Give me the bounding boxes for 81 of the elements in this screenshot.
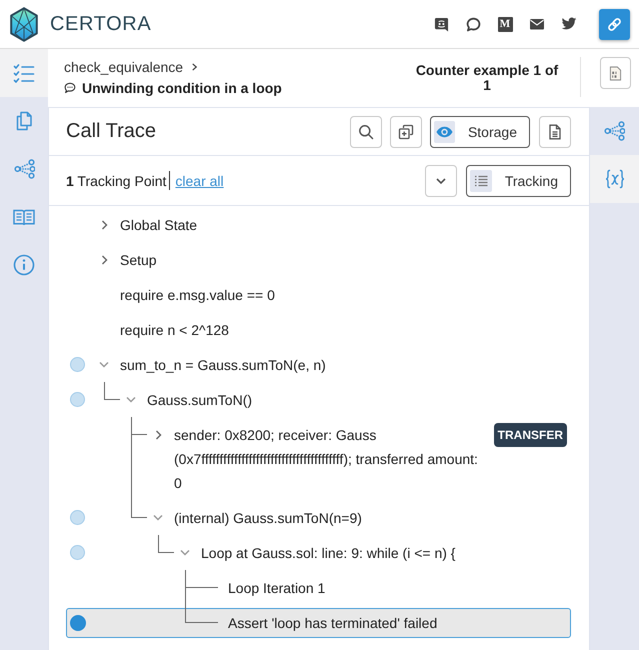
file-button[interactable]: [539, 116, 571, 148]
chevron-right-icon: [191, 62, 198, 72]
trace-row[interactable]: Gauss.sumToN(): [66, 384, 571, 414]
trace-label: Loop Iteration 1: [228, 578, 326, 598]
letter-square-icon[interactable]: M: [498, 16, 512, 32]
hexagon-logo-icon: [10, 6, 38, 42]
braces-icon: [604, 168, 626, 190]
tracking-dot-icon[interactable]: [70, 614, 86, 630]
trace-row[interactable]: Loop Iteration 1: [66, 572, 571, 602]
tree-connector: [185, 605, 218, 622]
tracking-count: 1 Tracking Point: [66, 172, 166, 188]
comment-icon: [64, 82, 76, 94]
squares-plus-icon: [398, 124, 414, 140]
panel-title: Call Trace: [66, 120, 156, 143]
trace-row[interactable]: Global State: [66, 210, 571, 240]
sidebar-tab[interactable]: [0, 49, 48, 97]
tree-connector: [104, 382, 120, 400]
tracking-dot-icon[interactable]: [70, 545, 85, 560]
tracking-button[interactable]: Tracking: [466, 164, 571, 196]
tracking-dot-icon[interactable]: [70, 392, 85, 407]
tree-connector: [185, 570, 218, 588]
trace-row[interactable]: sum_to_n = Gauss.sumToN(e, n): [66, 350, 571, 380]
trace-label: Global State: [120, 216, 198, 234]
link-button[interactable]: [599, 8, 630, 40]
breadcrumb-link[interactable]: check_equivalence: [64, 59, 184, 75]
chevron-down-icon[interactable]: [126, 394, 136, 404]
trace-row[interactable]: Loop at Gauss.sol: line: 9: while (i <= n) {: [66, 538, 571, 568]
tree-line: [185, 586, 186, 605]
copy-icon: [14, 111, 34, 131]
chevron-right-icon[interactable]: [100, 220, 108, 230]
search-icon: [358, 124, 374, 140]
storage-button[interactable]: Storage: [430, 116, 530, 148]
trace-label: Assert 'loop has terminated' failed: [228, 614, 438, 633]
tracking-dot-icon[interactable]: [70, 357, 85, 372]
info-icon: [13, 254, 35, 276]
list-icon: [470, 170, 492, 192]
trace-row[interactable]: (internal) Gauss.sumToN(n=9): [66, 502, 571, 532]
trace-row[interactable]: sender: 0x8200; receiver: Gauss (0x7fffffffffffffffffffffffffffffffffffffff); transferred amount: 0 TRANSFER: [66, 420, 571, 498]
sidebar-tab[interactable]: [590, 155, 639, 203]
checklist-icon: [13, 62, 35, 84]
file-icon: [609, 66, 622, 80]
tree-connector: [158, 535, 174, 552]
mail-icon[interactable]: [529, 16, 545, 32]
chevron-down-icon[interactable]: [99, 360, 109, 370]
trace-row[interactable]: Assert 'loop has terminated' failed: [66, 608, 571, 638]
tracking-dot-icon[interactable]: [70, 510, 85, 525]
subtitle: Unwinding condition in a loop: [82, 80, 282, 96]
chat-face-icon[interactable]: [434, 16, 448, 32]
trace-label: Loop at Gauss.sol: line: 9: while (i <= n) {: [201, 544, 456, 563]
copy-button[interactable]: [390, 116, 422, 148]
trace-label: sum_to_n = Gauss.sumToN(e, n): [120, 356, 326, 375]
brand-name: CERTORA: [50, 12, 152, 36]
trace-label: (internal) Gauss.sumToN(n=9): [174, 508, 362, 528]
share-nodes-icon: [604, 121, 625, 141]
chevron-down-icon[interactable]: [153, 512, 163, 522]
trace-label: require n < 2^128: [120, 320, 229, 340]
trace-row[interactable]: require e.msg.value == 0: [66, 280, 571, 310]
tree-connector: [131, 500, 147, 518]
book-icon: [13, 208, 35, 226]
speech-bubble-icon[interactable]: [466, 16, 480, 32]
trace-row[interactable]: Setup: [66, 244, 571, 274]
chevron-right-icon[interactable]: [100, 254, 108, 264]
counter-label: Counter example 1 of 1: [414, 63, 560, 93]
search-button[interactable]: [350, 116, 382, 148]
trace-row[interactable]: require n < 2^128: [66, 314, 571, 344]
trace-label: sender: 0x8200; receiver: Gauss (0x7fffffffffffffffffffffffffffffffffffffff); transferred amount: 0: [174, 426, 479, 492]
trace-label: Gauss.sumToN(): [147, 390, 252, 410]
type-badge: TRANSFER: [494, 422, 567, 446]
link-icon: [607, 16, 622, 32]
share-nodes-icon: [14, 159, 34, 179]
chevron-right-icon[interactable]: [154, 430, 162, 440]
tree-line: [131, 434, 132, 500]
file-icon: [547, 124, 563, 140]
trace-label: Setup: [120, 250, 157, 270]
chevron-down-icon[interactable]: [180, 548, 190, 558]
dropdown-button[interactable]: [424, 164, 457, 196]
eye-icon: [434, 120, 455, 142]
bird-icon[interactable]: [561, 16, 577, 32]
trace-label: require e.msg.value == 0: [120, 286, 275, 305]
file-button[interactable]: [600, 57, 631, 89]
tree-connector: [131, 417, 147, 434]
